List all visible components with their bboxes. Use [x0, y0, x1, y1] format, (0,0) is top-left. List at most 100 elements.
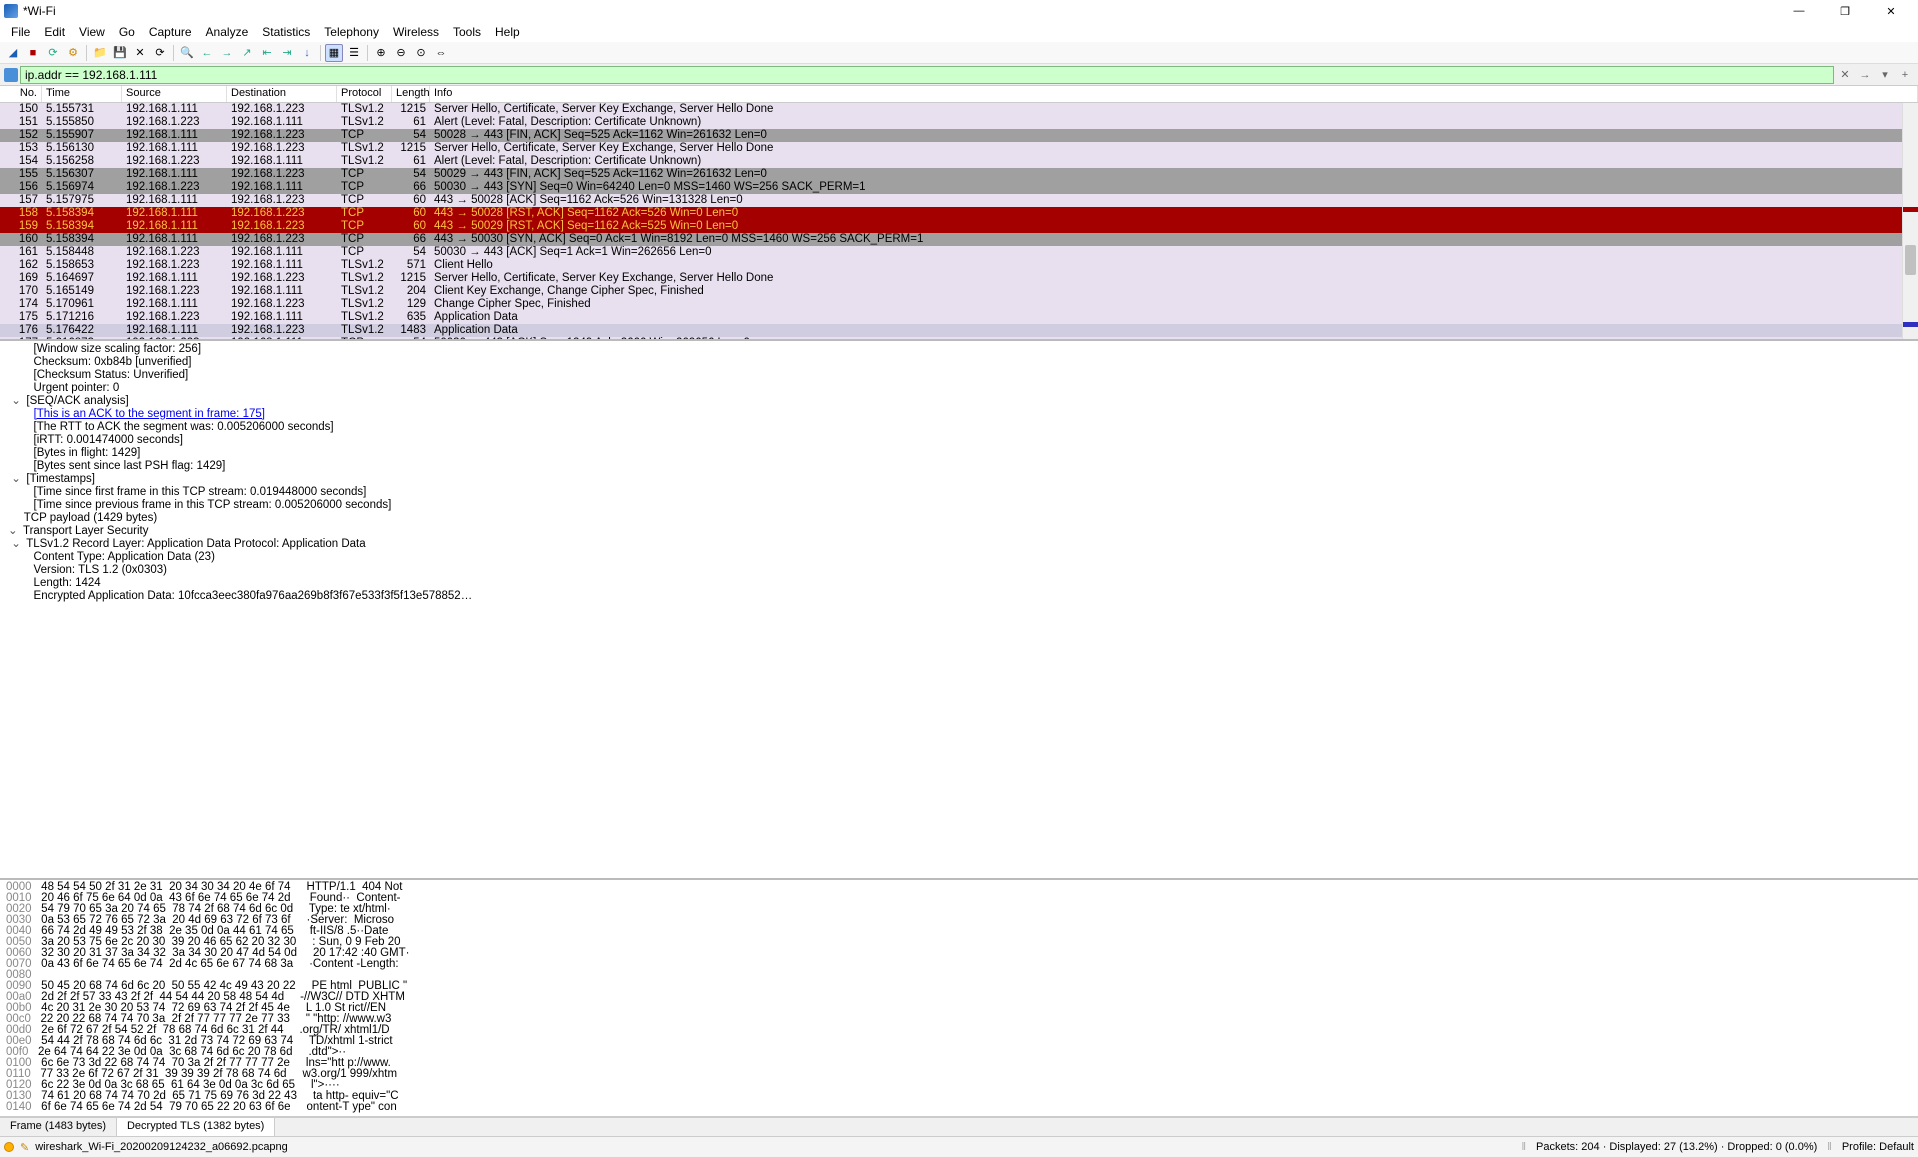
list-icon[interactable]: ☰ — [345, 44, 363, 62]
detail-line[interactable]: Urgent pointer: 0 — [8, 382, 1910, 395]
detail-line[interactable]: [Bytes in flight: 1429] — [8, 447, 1910, 460]
autoscroll-icon[interactable]: ↓ — [298, 44, 316, 62]
close-button[interactable]: ✕ — [1868, 0, 1914, 22]
packet-scrollbar[interactable] — [1902, 103, 1918, 339]
add-filter-icon[interactable]: + — [1896, 66, 1914, 84]
detail-line[interactable]: [iRTT: 0.001474000 seconds] — [8, 434, 1910, 447]
hex-pane[interactable]: 0000 48 54 54 50 2f 31 2e 31 20 34 30 34… — [0, 880, 1918, 1117]
col-info[interactable]: Info — [430, 86, 1918, 102]
detail-line[interactable]: ⌄ TLSv1.2 Record Layer: Application Data… — [8, 538, 1910, 551]
detail-line[interactable]: Version: TLS 1.2 (0x0303) — [8, 564, 1910, 577]
next-icon[interactable]: → — [218, 44, 236, 62]
detail-line[interactable]: [Window size scaling factor: 256] — [8, 343, 1910, 356]
detail-line[interactable]: [This is an ACK to the segment in frame:… — [8, 408, 1910, 421]
packet-row[interactable]: 1565.156974192.168.1.223192.168.1.111TCP… — [0, 181, 1918, 194]
status-profile[interactable]: Profile: Default — [1842, 1141, 1914, 1153]
packet-row[interactable]: 1775.216873192.168.1.223192.168.1.111TCP… — [0, 337, 1918, 341]
col-time[interactable]: Time — [42, 86, 122, 102]
menu-view[interactable]: View — [72, 23, 112, 41]
hex-row[interactable]: 0140 6f 6e 74 65 6e 74 2d 54 79 70 65 22… — [6, 1102, 1912, 1113]
detail-line[interactable]: Checksum: 0xb84b [unverified] — [8, 356, 1910, 369]
detail-line[interactable]: ⌄ [SEQ/ACK analysis] — [8, 395, 1910, 408]
packet-row[interactable]: 1605.158394192.168.1.111192.168.1.223TCP… — [0, 233, 1918, 246]
reload-icon[interactable]: ⟳ — [151, 44, 169, 62]
packet-row[interactable]: 1625.158653192.168.1.223192.168.1.111TLS… — [0, 259, 1918, 272]
detail-line[interactable]: [Checksum Status: Unverified] — [8, 369, 1910, 382]
minimize-button[interactable]: — — [1776, 0, 1822, 22]
maximize-button[interactable]: ❐ — [1822, 0, 1868, 22]
detail-line[interactable]: Encrypted Application Data: 10fcca3eec38… — [8, 590, 1910, 603]
col-dst[interactable]: Destination — [227, 86, 337, 102]
menu-analyze[interactable]: Analyze — [199, 23, 256, 41]
menu-tools[interactable]: Tools — [446, 23, 488, 41]
packet-row[interactable]: 1755.171216192.168.1.223192.168.1.111TLS… — [0, 311, 1918, 324]
packet-row[interactable]: 1525.155907192.168.1.111192.168.1.223TCP… — [0, 129, 1918, 142]
menu-statistics[interactable]: Statistics — [255, 23, 317, 41]
zoom-reset-icon[interactable]: ⊙ — [412, 44, 430, 62]
col-no[interactable]: No. — [0, 86, 42, 102]
zoom-out-icon[interactable]: ⊖ — [392, 44, 410, 62]
menu-go[interactable]: Go — [112, 23, 142, 41]
tab-frame[interactable]: Frame (1483 bytes) — [0, 1118, 117, 1136]
packet-row[interactable]: 1575.157975192.168.1.111192.168.1.223TCP… — [0, 194, 1918, 207]
col-src[interactable]: Source — [122, 86, 227, 102]
scroll-thumb[interactable] — [1905, 245, 1916, 275]
detail-line[interactable]: Length: 1424 — [8, 577, 1910, 590]
col-len[interactable]: Length — [392, 86, 430, 102]
detail-line[interactable]: [Time since previous frame in this TCP s… — [8, 499, 1910, 512]
packet-row[interactable]: 1695.164697192.168.1.111192.168.1.223TLS… — [0, 272, 1918, 285]
menu-edit[interactable]: Edit — [37, 23, 72, 41]
packet-row[interactable]: 1545.156258192.168.1.223192.168.1.111TLS… — [0, 155, 1918, 168]
open-icon[interactable]: 📁 — [91, 44, 109, 62]
packet-row[interactable]: 1765.176422192.168.1.111192.168.1.223TLS… — [0, 324, 1918, 337]
packet-list-header: No. Time Source Destination Protocol Len… — [0, 86, 1918, 103]
packet-row[interactable]: 1615.158448192.168.1.223192.168.1.111TCP… — [0, 246, 1918, 259]
find-icon[interactable]: 🔍 — [178, 44, 196, 62]
detail-line[interactable]: TCP payload (1429 bytes) — [8, 512, 1910, 525]
resize-cols-icon[interactable]: ⇔ — [432, 44, 450, 62]
clear-filter-icon[interactable]: ✕ — [1836, 66, 1854, 84]
hex-row[interactable]: 0070 0a 43 6f 6e 74 65 6e 74 2d 4c 65 6e… — [6, 959, 1912, 970]
packet-row[interactable]: 1535.156130192.168.1.111192.168.1.223TLS… — [0, 142, 1918, 155]
first-icon[interactable]: ⇤ — [258, 44, 276, 62]
packet-row[interactable]: 1585.158394192.168.1.111192.168.1.223TCP… — [0, 207, 1918, 220]
stop-capture-icon[interactable]: ■ — [24, 44, 42, 62]
recent-filter-icon[interactable]: ▾ — [1876, 66, 1894, 84]
filter-input[interactable] — [20, 66, 1834, 84]
detail-line[interactable]: Content Type: Application Data (23) — [8, 551, 1910, 564]
goto-icon[interactable]: ↗ — [238, 44, 256, 62]
menu-help[interactable]: Help — [488, 23, 527, 41]
packet-row[interactable]: 1595.158394192.168.1.111192.168.1.223TCP… — [0, 220, 1918, 233]
packet-row[interactable]: 1745.170961192.168.1.111192.168.1.223TLS… — [0, 298, 1918, 311]
menu-file[interactable]: File — [4, 23, 37, 41]
detail-line[interactable]: ⌄ Transport Layer Security — [8, 525, 1910, 538]
colorize-icon[interactable]: ▦ — [325, 44, 343, 62]
bookmark-icon[interactable] — [4, 68, 18, 82]
packet-list[interactable]: No. Time Source Destination Protocol Len… — [0, 86, 1918, 341]
menu-wireless[interactable]: Wireless — [386, 23, 446, 41]
apply-filter-icon[interactable]: → — [1856, 66, 1874, 84]
tab-decrypted[interactable]: Decrypted TLS (1382 bytes) — [117, 1118, 275, 1136]
detail-line[interactable]: [The RTT to ACK the segment was: 0.00520… — [8, 421, 1910, 434]
save-icon[interactable]: 💾 — [111, 44, 129, 62]
prev-icon[interactable]: ← — [198, 44, 216, 62]
packet-row[interactable]: 1555.156307192.168.1.111192.168.1.223TCP… — [0, 168, 1918, 181]
edit-icon[interactable]: ✎ — [20, 1141, 29, 1154]
packet-details[interactable]: [Window size scaling factor: 256] Checks… — [0, 341, 1918, 880]
restart-capture-icon[interactable]: ⟳ — [44, 44, 62, 62]
packet-row[interactable]: 1505.155731192.168.1.111192.168.1.223TLS… — [0, 103, 1918, 116]
col-proto[interactable]: Protocol — [337, 86, 392, 102]
detail-line[interactable]: ⌄ [Timestamps] — [8, 473, 1910, 486]
detail-line[interactable]: [Bytes sent since last PSH flag: 1429] — [8, 460, 1910, 473]
options-icon[interactable]: ⚙ — [64, 44, 82, 62]
last-icon[interactable]: ⇥ — [278, 44, 296, 62]
menu-capture[interactable]: Capture — [142, 23, 199, 41]
expert-info-icon[interactable] — [4, 1142, 14, 1152]
detail-line[interactable]: [Time since first frame in this TCP stre… — [8, 486, 1910, 499]
packet-row[interactable]: 1515.155850192.168.1.223192.168.1.111TLS… — [0, 116, 1918, 129]
close-file-icon[interactable]: ✕ — [131, 44, 149, 62]
zoom-in-icon[interactable]: ⊕ — [372, 44, 390, 62]
menu-telephony[interactable]: Telephony — [317, 23, 386, 41]
start-capture-icon[interactable]: ◢ — [4, 44, 22, 62]
packet-row[interactable]: 1705.165149192.168.1.223192.168.1.111TLS… — [0, 285, 1918, 298]
